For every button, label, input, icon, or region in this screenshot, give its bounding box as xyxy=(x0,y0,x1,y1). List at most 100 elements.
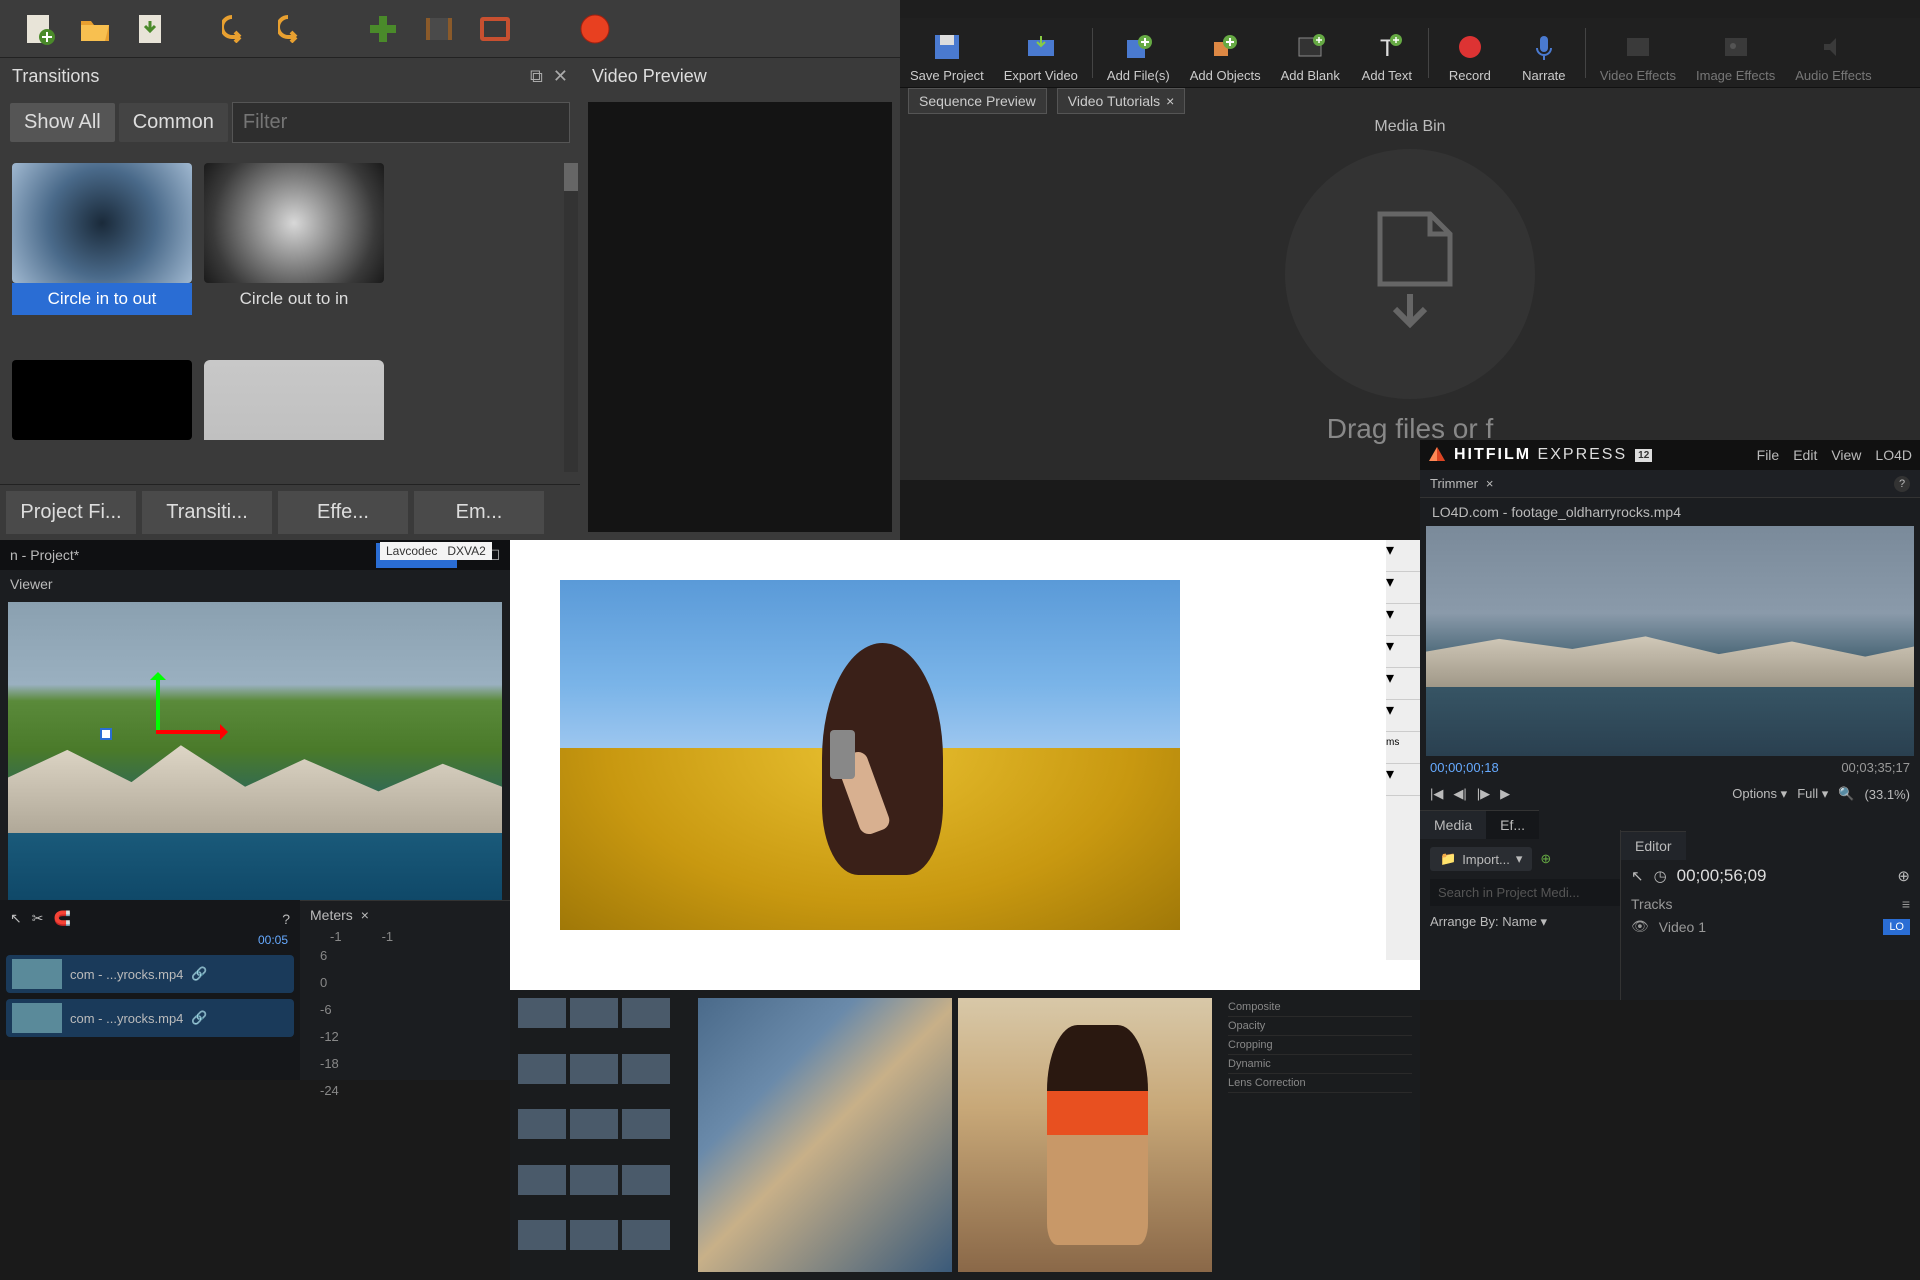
new-project-button[interactable] xyxy=(18,8,60,50)
close-icon[interactable]: × xyxy=(361,907,369,923)
media-thumb[interactable] xyxy=(518,998,566,1028)
media-thumb[interactable] xyxy=(518,1165,566,1195)
source-viewer[interactable] xyxy=(698,998,952,1272)
save-project-button[interactable]: Save Project xyxy=(904,21,990,85)
video-effects-button[interactable]: Video Effects xyxy=(1594,21,1682,85)
menu-view[interactable]: View xyxy=(1831,447,1861,463)
tab-effects[interactable]: Ef... xyxy=(1486,810,1539,839)
canvas-control[interactable]: ▾ xyxy=(1386,764,1420,796)
open-project-button[interactable] xyxy=(74,8,116,50)
menu-file[interactable]: File xyxy=(1757,447,1780,463)
pointer-tool-icon[interactable]: ↖ xyxy=(1631,867,1644,885)
close-panel-icon[interactable]: ✕ xyxy=(553,66,568,87)
media-thumb[interactable] xyxy=(622,1165,670,1195)
inspector-row[interactable]: Lens Correction xyxy=(1228,1074,1412,1093)
save-project-button[interactable] xyxy=(130,8,172,50)
transition-item[interactable]: Circle out to in xyxy=(204,163,384,348)
x-axis-arrow[interactable] xyxy=(156,730,226,734)
transitions-filter-input[interactable] xyxy=(232,102,570,143)
viewer-canvas[interactable] xyxy=(8,602,502,932)
play-icon[interactable]: |▶ xyxy=(1477,786,1490,802)
media-thumb[interactable] xyxy=(570,998,618,1028)
canvas-control[interactable]: ▾ xyxy=(1386,700,1420,732)
options-dropdown[interactable]: Options ▾ xyxy=(1732,786,1787,802)
menu-edit[interactable]: Edit xyxy=(1793,447,1817,463)
help-icon[interactable]: ? xyxy=(1894,476,1910,492)
inspector-row[interactable]: Dynamic xyxy=(1228,1055,1412,1074)
add-track-icon[interactable]: ⊕ xyxy=(1897,867,1910,885)
tab-sequence-preview[interactable]: Sequence Preview xyxy=(908,88,1047,114)
audio-effects-button[interactable]: Audio Effects xyxy=(1789,21,1877,85)
choose-profile-button[interactable] xyxy=(418,8,460,50)
close-icon[interactable]: × xyxy=(1166,93,1174,109)
full-dropdown[interactable]: Full ▾ xyxy=(1797,786,1828,802)
zoom-icon[interactable]: 🔍 xyxy=(1838,786,1854,802)
canvas-control[interactable]: ▾ xyxy=(1386,604,1420,636)
inspector-row[interactable]: Opacity xyxy=(1228,1017,1412,1036)
timeline-clip[interactable]: com - ...yrocks.mp4 🔗 xyxy=(6,955,294,993)
media-thumb[interactable] xyxy=(622,998,670,1028)
tab-project-files[interactable]: Project Fi... xyxy=(6,491,136,534)
add-files-button[interactable]: Add File(s) xyxy=(1101,21,1176,85)
media-bin[interactable]: Media Bin Drag files or f xyxy=(900,114,1920,480)
visibility-icon[interactable]: 👁 xyxy=(1631,918,1649,935)
image-effects-button[interactable]: Image Effects xyxy=(1690,21,1781,85)
tab-transitions[interactable]: Transiti... xyxy=(142,491,272,534)
new-folder-icon[interactable]: ⊕ xyxy=(1540,851,1551,867)
track-row[interactable]: 👁 Video 1 LO xyxy=(1631,912,1910,941)
add-text-button[interactable]: TAdd Text xyxy=(1354,21,1420,85)
media-thumb[interactable] xyxy=(518,1220,566,1250)
media-thumb[interactable] xyxy=(570,1220,618,1250)
tracks-menu-icon[interactable]: ≡ xyxy=(1902,896,1910,912)
canvas-control[interactable]: ▾ xyxy=(1386,636,1420,668)
add-objects-button[interactable]: Add Objects xyxy=(1184,21,1267,85)
canvas-control[interactable]: ms xyxy=(1386,732,1420,764)
record-button[interactable]: Record xyxy=(1437,21,1503,85)
transition-item[interactable]: Circle in to out xyxy=(12,163,192,348)
redo-button[interactable] xyxy=(274,8,316,50)
editor-timecode[interactable]: 00;00;56;09 xyxy=(1677,866,1767,886)
detach-panel-icon[interactable]: ⧉ xyxy=(530,66,543,87)
program-viewer[interactable] xyxy=(958,998,1212,1272)
media-thumb[interactable] xyxy=(518,1054,566,1084)
narrate-button[interactable]: Narrate xyxy=(1511,21,1577,85)
tool-snap-icon[interactable]: 🧲 xyxy=(53,910,70,927)
tab-editor[interactable]: Editor xyxy=(1621,831,1686,860)
inspector-row[interactable]: Cropping xyxy=(1228,1036,1412,1055)
step-fwd-icon[interactable]: ▶ xyxy=(1500,786,1510,802)
media-thumb[interactable] xyxy=(518,1109,566,1139)
goto-start-icon[interactable]: |◀ xyxy=(1430,786,1443,802)
tool-slice-icon[interactable]: ✂ xyxy=(32,910,44,927)
import-button[interactable]: 📁 Import... ▾ xyxy=(1430,847,1532,871)
media-thumb[interactable] xyxy=(570,1165,618,1195)
y-axis-arrow[interactable] xyxy=(156,674,160,734)
help-icon[interactable]: ? xyxy=(282,911,290,927)
tool-select-icon[interactable]: ↖ xyxy=(10,910,22,927)
tab-media[interactable]: Media xyxy=(1420,810,1486,839)
media-thumb[interactable] xyxy=(570,1054,618,1084)
tab-common[interactable]: Common xyxy=(119,103,228,142)
tab-effects[interactable]: Effe... xyxy=(278,491,408,534)
media-thumb[interactable] xyxy=(622,1220,670,1250)
media-thumb[interactable] xyxy=(622,1109,670,1139)
add-blank-button[interactable]: Add Blank xyxy=(1275,21,1346,85)
tab-show-all[interactable]: Show All xyxy=(10,103,115,142)
tab-video-tutorials[interactable]: Video Tutorials× xyxy=(1057,88,1186,114)
timeline-clip[interactable]: com - ...yrocks.mp4 🔗 xyxy=(6,999,294,1037)
close-icon[interactable]: × xyxy=(1486,476,1494,491)
canvas-control[interactable]: ▾ xyxy=(1386,540,1420,572)
undo-button[interactable] xyxy=(218,8,260,50)
export-video-button[interactable]: Export Video xyxy=(998,21,1084,85)
media-thumb[interactable] xyxy=(570,1109,618,1139)
selection-handle[interactable] xyxy=(100,728,112,740)
media-thumb[interactable] xyxy=(622,1054,670,1084)
menu-extra[interactable]: LO4D xyxy=(1875,447,1912,463)
transitions-scrollbar[interactable] xyxy=(564,163,578,472)
fullscreen-button[interactable] xyxy=(474,8,516,50)
canvas-control[interactable]: ▾ xyxy=(1386,572,1420,604)
transition-item[interactable] xyxy=(12,360,192,473)
export-button[interactable] xyxy=(574,8,616,50)
inspector-row[interactable]: Composite xyxy=(1228,998,1412,1017)
import-files-button[interactable] xyxy=(362,8,404,50)
tab-emojis[interactable]: Em... xyxy=(414,491,544,534)
